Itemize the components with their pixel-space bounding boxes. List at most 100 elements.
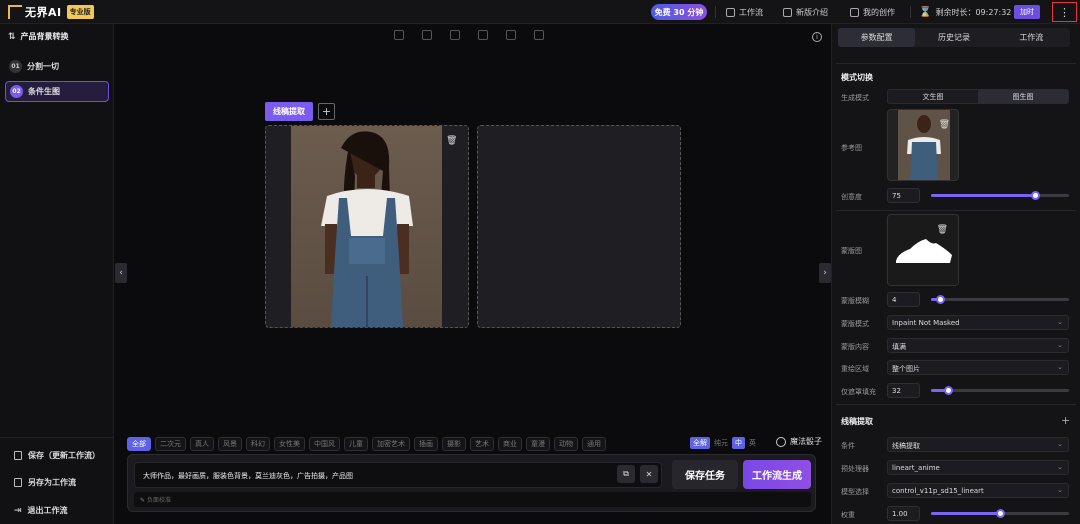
model-select[interactable]: control_v11p_sd15_lineart ⌄ <box>887 483 1069 498</box>
copy-prompt-button[interactable]: ⧉ <box>617 465 635 483</box>
exit-workflow-button[interactable]: ⇥ 退出工作流 <box>14 505 68 516</box>
style-tag[interactable]: 商业 <box>498 437 522 451</box>
style-tag[interactable]: 科幻 <box>246 437 270 451</box>
reference-thumbnail[interactable]: 🗑 <box>887 109 959 181</box>
negative-placeholder: 负面校准 <box>146 497 171 504</box>
generate-workflow-button[interactable]: 工作流生成 <box>743 460 811 489</box>
style-tag[interactable]: 全部 <box>127 437 151 451</box>
style-tag[interactable]: 女性美 <box>274 437 305 451</box>
delete-reference-icon[interactable]: 🗑 <box>939 120 950 130</box>
preprocessor-select[interactable]: lineart_anime ⌄ <box>887 460 1069 475</box>
undo-icon[interactable] <box>394 30 404 40</box>
sidebar-divider <box>0 437 114 438</box>
style-tag[interactable]: 艺术 <box>470 437 494 451</box>
img2img-option[interactable]: 图生图 <box>978 90 1068 103</box>
mask-mode-select[interactable]: Inpaint Not Masked ⌄ <box>887 315 1069 330</box>
collapse-left-button[interactable]: ‹ <box>115 263 127 283</box>
new-icon <box>783 7 792 17</box>
chevron-down-icon: ⌄ <box>1057 318 1063 326</box>
collapse-right-button[interactable]: › <box>819 263 831 283</box>
add-node-button[interactable]: + <box>318 103 335 120</box>
preprocessor-label: 预处理器 <box>841 465 869 473</box>
logo-text: 无界AI <box>25 6 62 19</box>
recharge-button[interactable]: 加时 <box>1014 5 1040 19</box>
save-workflow-button[interactable]: 保存（更新工作流） <box>14 450 100 461</box>
style-tag[interactable]: 插画 <box>414 437 438 451</box>
new-intro-link[interactable]: 新版介绍 <box>783 5 828 19</box>
condition-select[interactable]: 线稿提取 ⌄ <box>887 437 1069 452</box>
lineart-tag[interactable]: 线稿提取 <box>265 102 313 121</box>
dice-icon <box>776 436 786 447</box>
save-icon <box>14 451 22 460</box>
pure-toggle[interactable]: 纯元 <box>714 438 728 448</box>
fullscreen-icon[interactable] <box>506 30 516 40</box>
style-tag[interactable]: 中国风 <box>309 437 340 451</box>
creativity-input[interactable]: 75 <box>887 188 920 203</box>
mask-blur-input[interactable]: 4 <box>887 292 920 307</box>
mask-blur-slider[interactable] <box>931 295 1069 304</box>
style-tag[interactable]: 二次元 <box>155 437 186 451</box>
export-icon[interactable] <box>534 30 544 40</box>
creativity-label: 创意度 <box>841 193 862 201</box>
style-tag[interactable]: 摄影 <box>442 437 466 451</box>
clear-prompt-button[interactable]: ✕ <box>640 465 658 483</box>
style-tag[interactable]: 加密艺术 <box>372 437 410 451</box>
style-tag[interactable]: 真人 <box>190 437 214 451</box>
delete-image-icon[interactable]: 🗑 <box>446 136 457 146</box>
save-as-workflow-button[interactable]: 另存为工作流 <box>14 477 76 488</box>
weight-label: 权重 <box>841 511 855 519</box>
slider-knob[interactable] <box>1030 191 1040 200</box>
model-photo <box>321 131 413 327</box>
save-task-button[interactable]: 保存任务 <box>672 460 738 489</box>
weight-input[interactable]: 1.00 <box>887 506 920 521</box>
style-tag[interactable]: 风景 <box>218 437 242 451</box>
padding-slider[interactable] <box>931 386 1069 395</box>
right-tabs: 参数配置 历史记录 工作流 <box>838 28 1070 47</box>
mask-thumbnail[interactable]: 🗑 <box>887 214 959 286</box>
weight-slider[interactable] <box>931 509 1069 518</box>
free-time-pill[interactable]: 免费 30 分钟 <box>651 4 707 20</box>
chevron-down-icon: ⌄ <box>1057 363 1063 371</box>
info-icon[interactable]: i <box>812 32 822 42</box>
logo[interactable]: 无界AI 专业版 <box>8 4 94 20</box>
txt2img-option[interactable]: 文生图 <box>888 90 978 103</box>
more-menu-button[interactable]: ⋮ <box>1052 2 1077 22</box>
lang-zh-toggle[interactable]: 中 <box>732 437 745 449</box>
style-tag[interactable]: 童漫 <box>526 437 550 451</box>
style-tag[interactable]: 动物 <box>554 437 578 451</box>
style-tag[interactable]: 通用 <box>582 437 606 451</box>
workflow-link[interactable]: 工作流 <box>726 5 763 19</box>
step-label: 分割一切 <box>27 62 59 71</box>
padding-input[interactable]: 32 <box>887 383 920 398</box>
flow-icon: ⇅ <box>8 31 16 42</box>
prompt-input[interactable]: 大师作品，最好画质，服装色背景，莫兰迪灰色，广告拍摄，产品图 <box>134 462 662 488</box>
style-tag[interactable]: 儿童 <box>344 437 368 451</box>
negative-prompt-input[interactable]: ✎ 负面校准 <box>134 492 811 507</box>
mask-content-select[interactable]: 填满 ⌄ <box>887 338 1069 353</box>
mask-icon[interactable] <box>450 30 460 40</box>
magic-dice-button[interactable]: 魔法骰子 <box>776 436 822 447</box>
padding-label: 仅遮罩填充 <box>841 388 876 396</box>
crop-icon[interactable] <box>422 30 432 40</box>
slider-knob[interactable] <box>935 295 945 304</box>
lang-en-toggle[interactable]: 英 <box>749 438 756 448</box>
tab-workflow[interactable]: 工作流 <box>993 28 1070 47</box>
add-controlnet-button[interactable]: + <box>1061 414 1070 427</box>
tab-history[interactable]: 历史记录 <box>915 28 992 47</box>
tab-params[interactable]: 参数配置 <box>838 28 916 47</box>
creativity-slider[interactable] <box>931 191 1069 200</box>
new-intro-label: 新版介绍 <box>796 7 828 17</box>
full-toggle[interactable]: 全解 <box>690 437 710 449</box>
slider-knob[interactable] <box>996 509 1005 518</box>
save-as-icon <box>14 478 22 487</box>
remaining-label: 剩余时长：09:27:32 <box>935 7 1012 17</box>
step-segment-all[interactable]: 01 分割一切 <box>5 56 109 77</box>
hand-icon[interactable] <box>478 30 488 40</box>
mode-section-title: 模式切换 <box>841 73 873 82</box>
workflow-label: 工作流 <box>739 7 763 17</box>
step-conditional-gen[interactable]: 02 条件生图 <box>5 81 109 102</box>
redraw-area-select[interactable]: 整个图片 ⌄ <box>887 360 1069 375</box>
delete-mask-icon[interactable]: 🗑 <box>937 225 948 235</box>
my-works-link[interactable]: 我的创作 <box>850 5 895 19</box>
node-tags: 线稿提取 + <box>265 102 335 121</box>
